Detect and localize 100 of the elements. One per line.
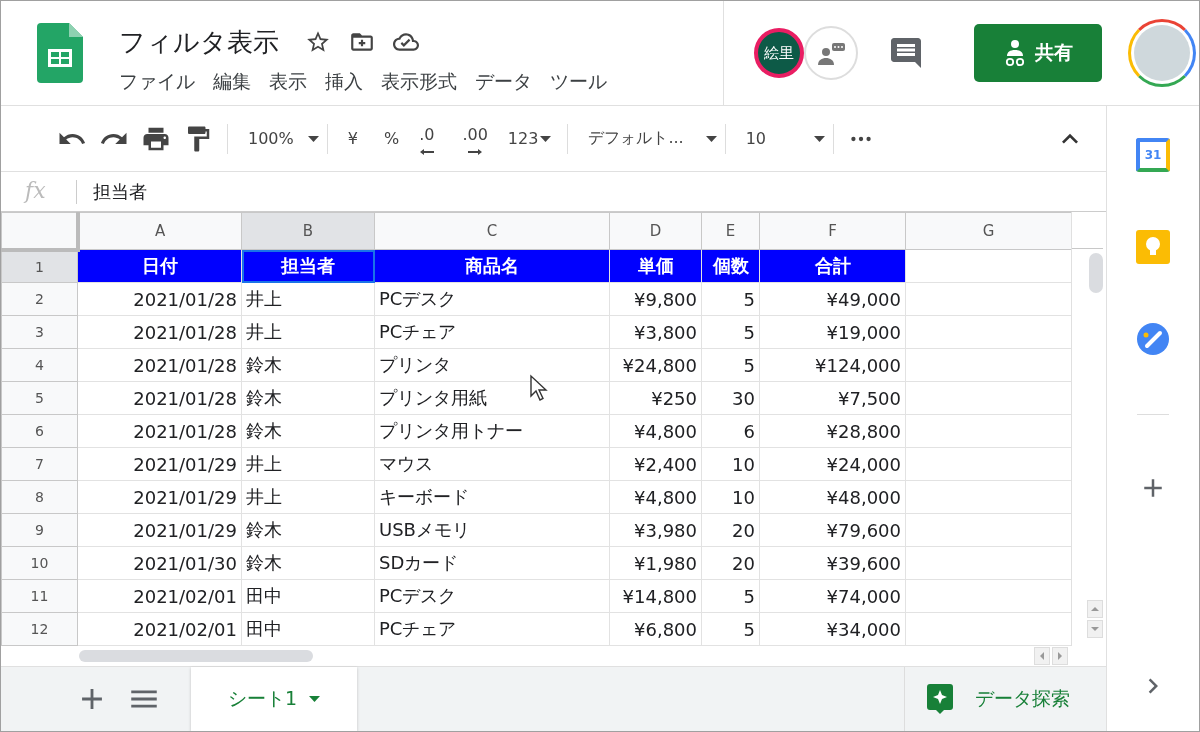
table-cell[interactable]: ¥7,500 <box>759 381 906 415</box>
table-cell[interactable]: PCデスク <box>374 282 610 316</box>
calendar-icon[interactable]: 31 <box>1136 138 1170 172</box>
header-cell[interactable]: 日付 <box>77 249 242 283</box>
column-header[interactable]: E <box>701 212 760 250</box>
table-cell[interactable]: ¥9,800 <box>609 282 702 316</box>
row-header[interactable]: 6 <box>1 414 78 448</box>
table-cell[interactable]: ¥124,000 <box>759 348 906 382</box>
table-cell[interactable]: ¥3,800 <box>609 315 702 349</box>
table-cell[interactable]: 2021/01/30 <box>77 546 242 580</box>
menu-item[interactable]: ツール <box>548 67 609 97</box>
table-cell[interactable]: 5 <box>701 348 760 382</box>
collaborator-avatar[interactable]: 絵里 <box>754 28 804 78</box>
row-header[interactable]: 2 <box>1 282 78 316</box>
header-cell[interactable]: 担当者 <box>241 249 375 283</box>
font-dropdown[interactable]: デフォルト... <box>582 124 723 153</box>
row-header[interactable]: 12 <box>1 612 78 646</box>
row-header[interactable]: 5 <box>1 381 78 415</box>
table-cell[interactable]: ¥28,800 <box>759 414 906 448</box>
table-cell[interactable]: ¥79,600 <box>759 513 906 547</box>
menu-item[interactable]: ファイル <box>117 67 197 97</box>
table-cell[interactable]: ¥1,980 <box>609 546 702 580</box>
menu-item[interactable]: 表示 <box>267 67 309 97</box>
table-cell[interactable]: 30 <box>701 381 760 415</box>
star-icon[interactable] <box>305 29 331 55</box>
table-cell[interactable]: 10 <box>701 447 760 481</box>
present-button[interactable] <box>804 26 858 80</box>
header-cell[interactable]: 合計 <box>759 249 906 283</box>
row-header[interactable]: 11 <box>1 579 78 613</box>
table-cell[interactable]: ¥48,000 <box>759 480 906 514</box>
table-cell[interactable]: マウス <box>374 447 610 481</box>
table-cell[interactable]: ¥24,000 <box>759 447 906 481</box>
table-cell[interactable]: 井上 <box>241 282 375 316</box>
menu-item[interactable]: 挿入 <box>323 67 365 97</box>
percent-button[interactable]: % <box>377 125 406 152</box>
table-cell[interactable]: 2021/01/29 <box>77 480 242 514</box>
table-cell[interactable]: PCデスク <box>374 579 610 613</box>
currency-button[interactable]: ¥ <box>341 125 364 152</box>
table-cell[interactable]: ¥4,800 <box>609 414 702 448</box>
table-cell[interactable]: 6 <box>701 414 760 448</box>
table-cell[interactable]: 鈴木 <box>241 513 375 547</box>
table-cell[interactable]: キーボード <box>374 480 610 514</box>
header-cell[interactable]: 個数 <box>701 249 760 283</box>
column-header[interactable]: G <box>905 212 1071 250</box>
table-cell[interactable]: 10 <box>701 480 760 514</box>
table-cell[interactable]: ¥39,600 <box>759 546 906 580</box>
table-cell[interactable]: ¥74,000 <box>759 579 906 613</box>
table-cell[interactable]: 5 <box>701 579 760 613</box>
table-cell[interactable]: 2021/01/28 <box>77 315 242 349</box>
document-title[interactable]: フィルタ表示 <box>119 24 279 60</box>
table-cell[interactable]: ¥4,800 <box>609 480 702 514</box>
scrollbar-thumb[interactable] <box>79 650 313 662</box>
table-cell[interactable]: 20 <box>701 546 760 580</box>
table-cell[interactable]: 井上 <box>241 447 375 481</box>
table-cell[interactable]: PCチェア <box>374 612 610 646</box>
table-cell[interactable]: 鈴木 <box>241 348 375 382</box>
table-cell[interactable]: ¥3,980 <box>609 513 702 547</box>
table-cell[interactable]: 5 <box>701 315 760 349</box>
table-cell[interactable]: ¥6,800 <box>609 612 702 646</box>
increase-decimals-button[interactable]: .00 <box>456 121 494 148</box>
row-header[interactable]: 10 <box>1 546 78 580</box>
row-header[interactable]: 3 <box>1 315 78 349</box>
menu-item[interactable]: 編集 <box>211 67 253 97</box>
table-cell[interactable]: 2021/01/28 <box>77 348 242 382</box>
table-cell[interactable]: ¥49,000 <box>759 282 906 316</box>
header-cell[interactable]: 商品名 <box>374 249 610 283</box>
table-cell[interactable]: ¥250 <box>609 381 702 415</box>
scrollbar-thumb[interactable] <box>1089 253 1103 293</box>
table-cell[interactable]: 鈴木 <box>241 414 375 448</box>
table-cell[interactable]: 20 <box>701 513 760 547</box>
table-cell[interactable]: 井上 <box>241 315 375 349</box>
table-cell[interactable]: 2021/02/01 <box>77 612 242 646</box>
table-cell[interactable]: ¥14,800 <box>609 579 702 613</box>
menu-item[interactable]: データ <box>473 67 534 97</box>
sheet-tab[interactable]: シート1 <box>191 667 357 731</box>
spreadsheet-logo[interactable] <box>37 23 83 83</box>
column-header[interactable]: B <box>241 212 375 250</box>
table-cell[interactable]: ¥19,000 <box>759 315 906 349</box>
table-cell[interactable]: プリンタ用トナー <box>374 414 610 448</box>
row-header[interactable]: 9 <box>1 513 78 547</box>
table-cell[interactable]: 鈴木 <box>241 381 375 415</box>
table-cell[interactable]: USBメモリ <box>374 513 610 547</box>
table-cell[interactable]: ¥2,400 <box>609 447 702 481</box>
row-header[interactable]: 8 <box>1 480 78 514</box>
table-cell[interactable]: 2021/01/28 <box>77 414 242 448</box>
formula-input[interactable]: 担当者 <box>77 179 147 204</box>
table-cell[interactable]: 井上 <box>241 480 375 514</box>
row-header[interactable]: 7 <box>1 447 78 481</box>
column-header[interactable]: A <box>77 212 242 250</box>
table-cell[interactable]: 田中 <box>241 579 375 613</box>
number-format-dropdown[interactable]: 123 <box>501 125 558 152</box>
table-cell[interactable]: 2021/01/29 <box>77 513 242 547</box>
check-circle-icon[interactable] <box>1136 322 1170 356</box>
zoom-dropdown[interactable]: 100% <box>242 125 325 152</box>
share-button[interactable]: 共有 <box>974 24 1102 82</box>
table-cell[interactable]: 2021/01/29 <box>77 447 242 481</box>
account-avatar[interactable] <box>1128 19 1196 87</box>
table-cell[interactable]: 2021/01/28 <box>77 282 242 316</box>
font-size-dropdown[interactable]: 10 <box>739 125 832 152</box>
column-header[interactable]: C <box>374 212 610 250</box>
